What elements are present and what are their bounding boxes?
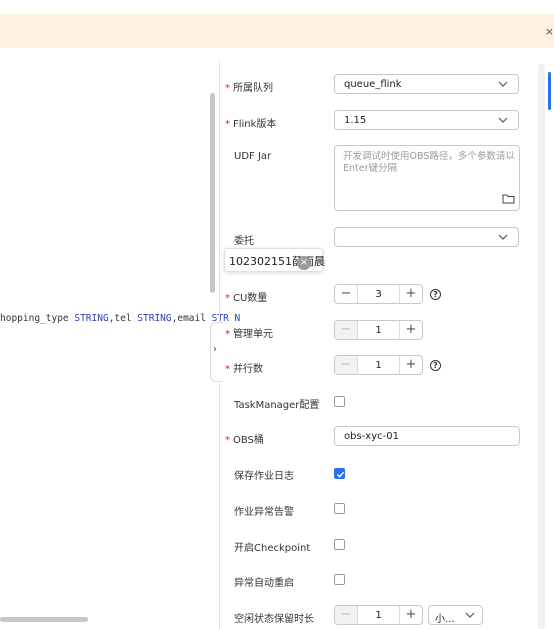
queue-label-text: 所属队列 — [233, 83, 273, 94]
parallelism-label: * 并行数 — [225, 360, 263, 375]
parallelism-label-text: 并行数 — [233, 364, 263, 375]
code-line: hopping_type STRING,tel STRING,email STR… — [0, 313, 240, 324]
decrement-button[interactable]: − — [335, 606, 358, 624]
cu-stepper[interactable]: − 3 + — [334, 284, 423, 304]
chevron-right-icon: › — [213, 344, 217, 355]
decrement-button[interactable]: − — [335, 321, 358, 339]
increment-button[interactable]: + — [399, 606, 422, 624]
code-token: ,email — [171, 313, 212, 324]
taskmanager-checkbox[interactable] — [334, 396, 345, 407]
required-mark: * — [225, 364, 230, 375]
auto-restart-label: 异常自动重启 — [234, 578, 294, 589]
increment-button[interactable]: + — [399, 321, 422, 339]
flink-version-label: * Flink版本 — [225, 115, 276, 130]
code-keyword: STRING — [137, 313, 172, 324]
folder-icon[interactable] — [502, 193, 515, 204]
mgmt-unit-value[interactable]: 1 — [357, 325, 400, 336]
tooltip-close-icon[interactable]: × — [297, 256, 311, 270]
mgmt-unit-label-text: 管理单元 — [233, 329, 273, 340]
check-icon — [337, 471, 345, 478]
code-token: ,tel — [108, 313, 138, 324]
required-mark: * — [225, 293, 230, 304]
udf-jar-placeholder: 开发调试时使用OBS路径，多个参数请以Enter键分隔 — [343, 151, 515, 174]
udf-jar-label: UDF Jar — [234, 151, 272, 162]
help-icon[interactable]: ? — [430, 289, 441, 300]
alarm-label: 作业异常告警 — [234, 507, 294, 518]
cu-value[interactable]: 3 — [357, 289, 400, 300]
queue-label: * 所属队列 — [225, 79, 273, 94]
required-mark: * — [225, 435, 230, 446]
code-keyword: STRING — [74, 313, 109, 324]
idle-retention-value[interactable]: 1 — [357, 610, 400, 621]
parallelism-stepper[interactable]: − 1 + — [334, 355, 423, 375]
chevron-down-icon — [465, 612, 475, 618]
idle-unit-select[interactable]: 小... — [428, 605, 483, 625]
save-log-label: 保存作业日志 — [234, 471, 294, 482]
save-log-checkbox[interactable] — [334, 468, 345, 479]
chevron-down-icon — [498, 81, 508, 87]
editor-vertical-scrollbar[interactable] — [210, 93, 215, 293]
banner-close-icon[interactable]: × — [545, 25, 554, 38]
user-tooltip: 102302151薛雨晨 × — [224, 248, 325, 272]
obs-label-text: OBS桶 — [233, 435, 264, 446]
alarm-checkbox[interactable] — [334, 503, 345, 514]
parallelism-value[interactable]: 1 — [357, 360, 400, 371]
mgmt-unit-stepper[interactable]: − 1 + — [334, 320, 423, 340]
required-mark: * — [225, 83, 230, 94]
queue-select-value: queue_flink — [344, 79, 402, 90]
decrement-button[interactable]: − — [335, 285, 358, 303]
cu-label: * CU数量 — [225, 289, 267, 304]
udf-jar-input[interactable]: 开发调试时使用OBS路径，多个参数请以Enter键分隔 — [334, 145, 520, 211]
chevron-down-icon — [498, 117, 508, 123]
collapse-panel-button[interactable]: › — [210, 322, 223, 382]
required-mark: * — [225, 119, 230, 130]
checkpoint-label: 开启Checkpoint — [234, 543, 311, 554]
notice-banner — [0, 14, 554, 48]
increment-button[interactable]: + — [399, 356, 422, 374]
panel-scrollbar-track[interactable] — [538, 64, 545, 629]
obs-label: * OBS桶 — [225, 431, 264, 446]
idle-retention-label: 空闲状态保留时长 — [234, 614, 314, 625]
flink-version-select[interactable]: 1.15 — [334, 110, 519, 130]
decrement-button[interactable]: − — [335, 356, 358, 374]
obs-bucket-value: obs-xyc-01 — [344, 431, 399, 442]
checkpoint-checkbox[interactable] — [334, 539, 345, 550]
obs-bucket-input[interactable]: obs-xyc-01 — [334, 426, 520, 446]
code-token: hopping_type — [0, 313, 75, 324]
taskmanager-label: TaskManager配置 — [234, 400, 320, 411]
mgmt-unit-label: * 管理单元 — [225, 325, 273, 340]
idle-retention-stepper[interactable]: − 1 + — [334, 605, 423, 625]
sql-editor[interactable]: hopping_type STRING,tel STRING,email STR… — [0, 60, 240, 629]
help-icon[interactable]: ? — [430, 360, 441, 371]
cu-label-text: CU数量 — [233, 293, 268, 304]
delegation-select[interactable] — [334, 227, 519, 247]
panel-scroll-indicator[interactable] — [548, 72, 551, 110]
idle-unit-value: 小... — [435, 614, 455, 625]
required-mark: * — [225, 329, 230, 340]
increment-button[interactable]: + — [399, 285, 422, 303]
chevron-down-icon — [498, 234, 508, 240]
delegation-label: 委托 — [234, 236, 254, 247]
editor-horizontal-scrollbar[interactable] — [0, 617, 88, 622]
flink-version-label-text: Flink版本 — [233, 119, 277, 130]
flink-version-value: 1.15 — [344, 115, 367, 126]
auto-restart-checkbox[interactable] — [334, 574, 345, 585]
queue-select[interactable]: queue_flink — [334, 74, 519, 94]
